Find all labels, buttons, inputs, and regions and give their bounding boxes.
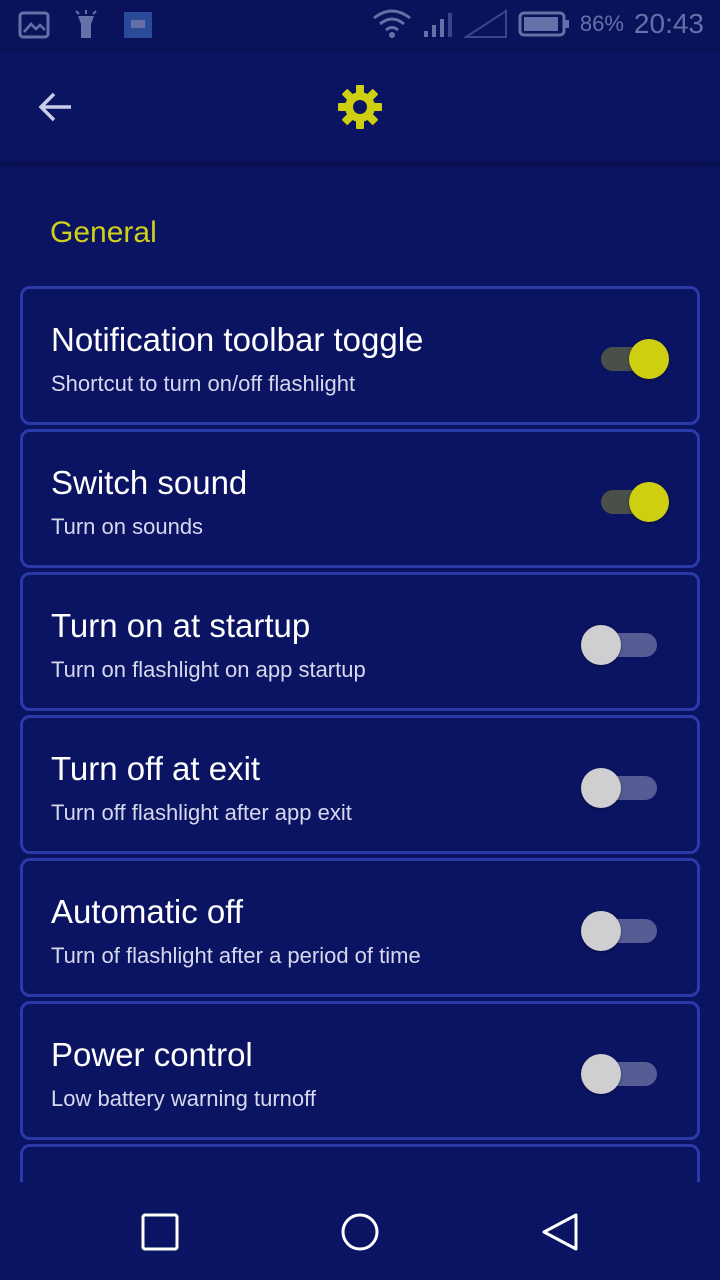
switch-sound-switch[interactable] [597,480,669,522]
setting-power-control[interactable]: Power control Low battery warning turnof… [20,1001,700,1140]
setting-subtitle: Turn on sounds [51,514,204,539]
setting-next-partial[interactable] [20,1144,700,1182]
triangle-back-icon[interactable] [538,1210,582,1254]
setting-subtitle: Turn on flashlight on app startup [51,657,366,682]
setting-notification-toolbar-toggle[interactable]: Notification toolbar toggle Shortcut to … [20,286,700,425]
setting-automatic-off[interactable]: Automatic off Turn of flashlight after a… [20,858,700,997]
gear-icon [338,85,382,129]
status-bar: 86% 20:43 [0,0,720,52]
battery-percent: 86% [579,11,624,36]
section-title: General [50,216,157,249]
settings-content: General Notification toolbar toggle Shor… [0,162,720,1182]
automatic-off-switch[interactable] [581,909,663,951]
setting-title: Switch sound [51,464,248,501]
arrow-left-icon [38,92,71,122]
setting-turn-on-at-startup[interactable]: Turn on at startup Turn on flashlight on… [20,572,700,711]
circle-icon[interactable] [338,1210,382,1254]
setting-title: Notification toolbar toggle [51,321,424,358]
setting-title: Turn on at startup [51,607,311,644]
image-icon [18,11,50,39]
navigation-bar [0,1182,720,1280]
notification-toolbar-switch[interactable] [597,337,669,379]
turn-on-at-startup-switch[interactable] [581,623,663,665]
power-control-switch[interactable] [581,1052,663,1094]
square-icon[interactable] [138,1210,182,1254]
flashlight-icon [75,10,97,38]
setting-title: Automatic off [51,893,243,930]
app-bar [0,52,720,162]
signal-icon [423,13,452,37]
setting-subtitle: Turn off flashlight after app exit [51,800,352,825]
wifi-icon [372,9,411,38]
setting-title: Turn off at exit [51,750,261,787]
clock-time: 20:43 [633,8,704,39]
turn-off-at-exit-switch[interactable] [581,766,663,808]
setting-subtitle: Shortcut to turn on/off flashlight [51,371,356,396]
setting-subtitle: Turn of flashlight after a period of tim… [51,943,421,968]
app-notification-icon [124,12,152,38]
setting-subtitle: Low battery warning turnoff [51,1086,316,1111]
settings-screen: 86% 20:43 General Notification toolbar t… [0,0,720,1280]
battery-icon [518,11,569,37]
setting-switch-sound[interactable]: Switch sound Turn on sounds [20,429,700,568]
back-button[interactable] [28,82,82,132]
setting-turn-off-at-exit[interactable]: Turn off at exit Turn off flashlight aft… [20,715,700,854]
signal-empty-icon [463,9,507,38]
settings-list: Notification toolbar toggle Shortcut to … [20,286,700,1182]
setting-title: Power control [51,1036,253,1073]
